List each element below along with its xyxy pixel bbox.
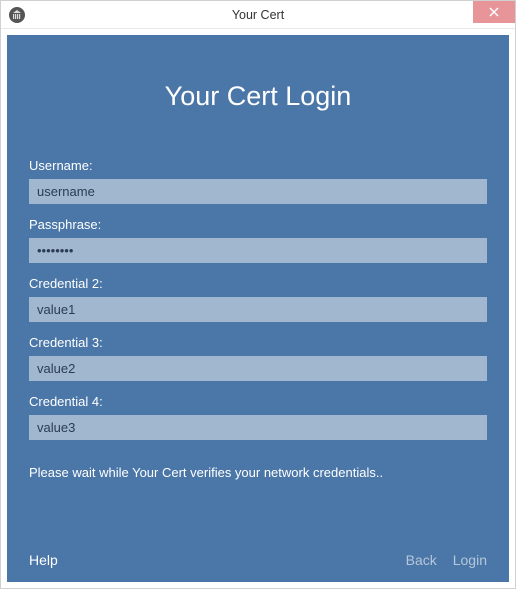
login-panel: Your Cert Login Username: Passphrase: Cr… (7, 35, 509, 582)
credential-3-input[interactable] (29, 356, 487, 381)
credential-2-label: Credential 2: (29, 276, 487, 291)
footer: Help Back Login (29, 552, 487, 568)
titlebar: Your Cert (1, 1, 515, 29)
field-credential-4: Credential 4: (29, 394, 487, 440)
back-button[interactable]: Back (406, 552, 437, 568)
login-button[interactable]: Login (453, 552, 487, 568)
credential-2-input[interactable] (29, 297, 487, 322)
field-passphrase: Passphrase: (29, 217, 487, 263)
field-credential-2: Credential 2: (29, 276, 487, 322)
app-icon (9, 7, 25, 23)
window-title: Your Cert (1, 8, 515, 22)
close-icon (489, 5, 499, 19)
close-button[interactable] (473, 1, 515, 23)
page-title: Your Cert Login (29, 81, 487, 112)
passphrase-input[interactable] (29, 238, 487, 263)
window-root: Your Cert Your Cert Login Username: Pass… (0, 0, 516, 589)
credential-4-label: Credential 4: (29, 394, 487, 409)
passphrase-label: Passphrase: (29, 217, 487, 232)
help-link[interactable]: Help (29, 552, 58, 568)
field-username: Username: (29, 158, 487, 204)
status-message: Please wait while Your Cert verifies you… (29, 465, 487, 480)
credential-4-input[interactable] (29, 415, 487, 440)
username-input[interactable] (29, 179, 487, 204)
field-credential-3: Credential 3: (29, 335, 487, 381)
username-label: Username: (29, 158, 487, 173)
credential-3-label: Credential 3: (29, 335, 487, 350)
